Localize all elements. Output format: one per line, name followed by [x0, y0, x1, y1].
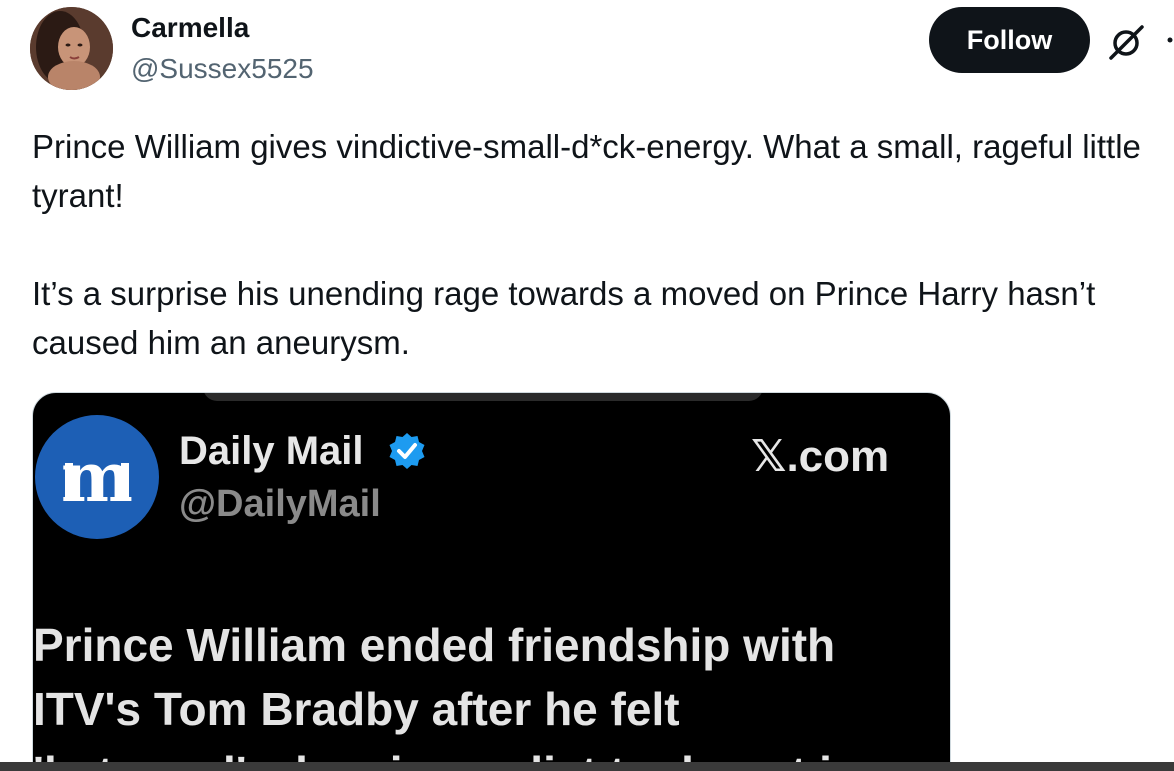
window-bottom-edge — [0, 762, 1174, 771]
author-name[interactable]: Carmella — [131, 12, 249, 44]
headline: Prince William ended friendship with ITV… — [33, 613, 933, 771]
post-text: Prince William gives vindictive-small-d*… — [32, 122, 1162, 367]
author-avatar[interactable] — [30, 7, 113, 90]
author-handle[interactable]: @Sussex5525 — [131, 53, 314, 85]
more-options-icon[interactable] — [1162, 30, 1174, 50]
verified-badge-icon — [387, 431, 427, 471]
grok-icon[interactable] — [1106, 22, 1146, 62]
source-handle: @DailyMail — [179, 483, 381, 525]
media-image[interactable]: m Daily Mail @DailyMail 𝕏.com Prince Wil… — [32, 392, 951, 771]
daily-mail-logo: m — [35, 415, 159, 539]
follow-button[interactable]: Follow — [929, 7, 1090, 73]
x-domain-label: 𝕏.com — [751, 432, 890, 481]
headline-line: Prince William ended friendship with — [33, 619, 836, 671]
post-paragraph: Prince William gives vindictive-small-d*… — [32, 128, 1141, 214]
post-paragraph: It’s a surprise his unending rage toward… — [32, 275, 1096, 361]
phone-notch — [203, 393, 763, 401]
headline-line: ITV's Tom Bradby after he felt — [33, 683, 680, 735]
source-name: Daily Mail — [179, 429, 364, 473]
post-card: Carmella @Sussex5525 Follow Prince Willi… — [0, 0, 1174, 771]
